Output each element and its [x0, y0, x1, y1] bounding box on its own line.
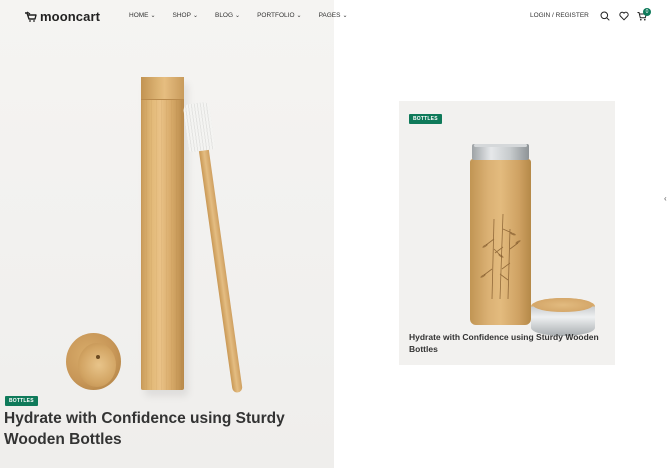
nav-label: HOME	[129, 12, 149, 19]
hero-category-tag[interactable]: BOTTLES	[5, 396, 38, 406]
site-header: mooncart HOME ⌄ SHOP ⌄ BLOG ⌄ PORTFOLIO …	[0, 0, 668, 34]
tube-cap-inner	[78, 343, 116, 387]
bottle-lid-top	[533, 298, 593, 312]
chevron-down-icon: ⌄	[296, 13, 302, 19]
chevron-down-icon: ⌄	[342, 13, 348, 19]
nav-item-pages[interactable]: PAGES ⌄	[319, 12, 348, 19]
toothbrush-handle	[196, 129, 243, 394]
chevron-down-icon: ⌄	[192, 13, 198, 19]
nav-item-blog[interactable]: BLOG ⌄	[215, 12, 240, 19]
nav-item-shop[interactable]: SHOP ⌄	[173, 12, 198, 19]
nav-label: PORTFOLIO	[257, 12, 295, 19]
bamboo-engraving	[480, 213, 521, 300]
nav-item-home[interactable]: HOME ⌄	[129, 12, 156, 19]
search-icon[interactable]	[600, 11, 610, 21]
logo-text: mooncart	[40, 9, 101, 24]
card-category-tag[interactable]: BOTTLES	[409, 114, 442, 124]
bamboo-bottle-image	[470, 159, 531, 325]
bamboo-tube-top	[141, 77, 184, 100]
post-card[interactable]: BOTTLES Hydrate with Confidence using St…	[399, 101, 615, 365]
logo-cart-icon	[25, 11, 37, 22]
hero-slide[interactable]: BOTTLES Hydrate with Confidence using St…	[0, 0, 334, 468]
bottle-rim	[474, 144, 527, 147]
main-nav: HOME ⌄ SHOP ⌄ BLOG ⌄ PORTFOLIO ⌄ PAGES ⌄	[129, 12, 365, 19]
nav-item-portfolio[interactable]: PORTFOLIO ⌄	[257, 12, 301, 19]
chevron-left-icon[interactable]: ‹	[664, 194, 667, 203]
nav-label: BLOG	[214, 12, 234, 19]
chevron-down-icon: ⌄	[150, 13, 156, 19]
site-logo[interactable]: mooncart	[24, 9, 100, 24]
card-title[interactable]: Hydrate with Confidence using Sturdy Woo…	[409, 331, 605, 355]
cart-count-badge: 0	[643, 8, 651, 16]
toothbrush-bristles	[182, 101, 216, 153]
hero-title[interactable]: Hydrate with Confidence using Sturdy Woo…	[4, 408, 304, 450]
nav-label: SHOP	[172, 12, 191, 19]
bamboo-tube-grain	[141, 77, 184, 390]
login-register-link[interactable]: LOGIN / REGISTER	[530, 12, 589, 19]
chevron-down-icon: ⌄	[235, 13, 241, 19]
nav-label: PAGES	[318, 12, 341, 19]
heart-icon[interactable]	[619, 11, 629, 21]
cap-hole-dot	[96, 355, 100, 359]
